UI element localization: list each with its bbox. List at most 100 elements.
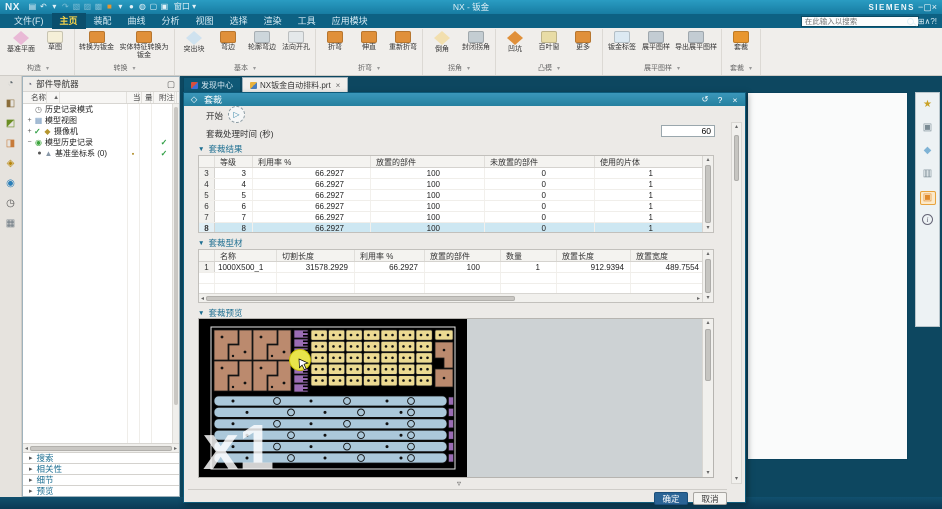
close-tab-icon[interactable]: × — [336, 81, 341, 90]
column-header[interactable]: 利用率 % — [355, 250, 425, 261]
scroll-down-icon[interactable]: ▾ — [703, 294, 713, 302]
ribbon-group-label[interactable]: 基本▾ — [177, 62, 313, 75]
ribbon-button[interactable]: 套裁 — [724, 29, 758, 52]
ribbon-button[interactable]: 折弯 — [318, 29, 352, 52]
ribbon-group-label[interactable]: 拐角▾ — [425, 62, 493, 75]
redo-icon[interactable]: ↷ — [61, 1, 70, 13]
menu-tab[interactable]: 主页 — [52, 13, 86, 29]
menu-tab[interactable]: 分析 — [154, 13, 188, 29]
scroll-up-icon[interactable]: ▴ — [703, 319, 713, 327]
settings-gear-icon[interactable]: ◔ — [7, 79, 13, 89]
column-header[interactable]: 使用的片体 — [595, 156, 704, 167]
column-c1[interactable]: 当 — [127, 92, 139, 103]
column-header[interactable]: 利用率 % — [253, 156, 371, 167]
column-header[interactable]: 等级 — [215, 156, 253, 167]
cut-icon[interactable]: ▧ — [72, 1, 81, 13]
column-header[interactable] — [199, 156, 215, 167]
ribbon-button[interactable]: 伸直 — [352, 29, 386, 52]
ribbon-group-label[interactable]: 展平图样▾ — [605, 62, 719, 75]
tree-item[interactable]: −◉模型历史记录✓ — [23, 137, 179, 148]
navigator-footer-section[interactable]: ▸相关性 — [23, 463, 179, 474]
assembly-navigator-icon[interactable]: ◧ — [6, 99, 15, 109]
group-dropdown-icon[interactable]: ▾ — [467, 65, 470, 72]
ribbon-button[interactable]: 实体特征转换为钣金 — [116, 29, 172, 59]
tree-item[interactable]: ◷历史记录模式 — [23, 104, 179, 115]
process-studio-icon[interactable]: ▦ — [6, 219, 15, 229]
scroll-down-icon[interactable]: ▾ — [703, 469, 713, 477]
menu-tab[interactable]: 工具 — [290, 13, 324, 29]
column-header[interactable]: 切割长度 — [277, 250, 355, 261]
color-palette-icon[interactable]: ■ — [105, 1, 114, 13]
profiles-section-header[interactable]: ▼套裁型材 — [198, 237, 242, 249]
ribbon-button[interactable]: 导出展平图样 — [673, 29, 719, 52]
window-cascade-icon[interactable]: ▢ — [149, 1, 158, 13]
restore-button[interactable]: ▢ — [923, 2, 932, 12]
table-vertical-scrollbar[interactable]: ▴▾ — [702, 156, 713, 232]
dialog-vertical-scrollbar[interactable]: ▴ ▾ — [731, 122, 742, 484]
paste-icon[interactable]: ▩ — [94, 1, 103, 13]
reset-icon[interactable]: ↺ — [700, 94, 710, 105]
menu-tab[interactable]: 装配 — [86, 13, 120, 29]
graphics-area[interactable] — [747, 92, 908, 460]
tree-item[interactable]: ●▲基准坐标系 (0)▪✓ — [23, 148, 179, 159]
expander-icon[interactable]: + — [25, 117, 34, 124]
menu-tab[interactable]: 应用模块 — [324, 13, 376, 29]
table-row[interactable]: 8866.292710001 — [199, 223, 713, 233]
dialog-title-bar[interactable]: ◇ 套裁 ↺ ? × — [184, 93, 745, 106]
table-row[interactable]: 11000X500_131578.292966.29271001912.9394… — [199, 262, 713, 273]
menu-tab[interactable]: 曲线 — [120, 13, 154, 29]
part-navigator-icon[interactable]: ◨ — [6, 139, 15, 149]
window-layout-icon[interactable]: ▣ — [920, 122, 936, 136]
alert-icon[interactable]: ! — [935, 17, 937, 26]
navigator-footer-section[interactable]: ▸细节 — [23, 474, 179, 485]
expander-icon[interactable]: − — [25, 139, 34, 146]
constraint-navigator-icon[interactable]: ◩ — [6, 119, 15, 129]
ribbon-button[interactable]: 更多 — [566, 29, 600, 52]
info-icon[interactable]: i — [922, 214, 933, 225]
visibility-check-icon[interactable]: ✓ — [34, 127, 43, 136]
ribbon-button[interactable]: 凹坑 — [498, 29, 532, 54]
tree-item[interactable]: +▦模型视图 — [23, 115, 179, 126]
group-dropdown-icon[interactable]: ▾ — [749, 65, 752, 72]
ribbon-button[interactable]: 弯边 — [211, 29, 245, 52]
scroll-down-icon[interactable]: ▾ — [732, 475, 741, 483]
ribbon-button[interactable]: 钣金标签 — [605, 29, 639, 52]
document-tab[interactable]: 发现中心 — [183, 77, 241, 92]
group-dropdown-icon[interactable]: ▾ — [46, 65, 49, 72]
web-browser-icon[interactable]: ◉ — [6, 179, 15, 189]
undo-dropdown-icon[interactable]: ▾ — [50, 1, 59, 13]
preview-vertical-scrollbar[interactable]: ▴ ▾ — [702, 319, 713, 477]
column-header[interactable]: 放置的部件 — [371, 156, 485, 167]
datum-display-icon[interactable]: ◆ — [920, 145, 936, 159]
start-button[interactable]: ▷ — [228, 106, 245, 123]
cancel-button[interactable]: 取消 — [693, 492, 727, 505]
save-icon[interactable]: ▤ — [28, 1, 37, 13]
navigator-footer-section[interactable]: ▸预览 — [23, 485, 179, 496]
column-name[interactable]: 名称 ▲ — [23, 92, 127, 103]
expander-icon[interactable]: ● — [35, 150, 44, 157]
scroll-up-icon[interactable]: ▴ — [703, 250, 713, 258]
history-palette-icon[interactable]: ◷ — [6, 199, 15, 209]
menu-tab[interactable]: 渲染 — [256, 13, 290, 29]
group-dropdown-icon[interactable]: ▾ — [377, 65, 380, 72]
group-dropdown-icon[interactable]: ▾ — [557, 65, 560, 72]
table-row[interactable]: 7766.292710001 — [199, 212, 713, 223]
table-row[interactable]: 5566.292710001 — [199, 190, 713, 201]
float-panel-icon[interactable]: ▢ — [167, 79, 175, 90]
ribbon-button[interactable]: 突出块 — [177, 29, 211, 54]
ribbon-button[interactable]: 草图 — [38, 29, 72, 52]
close-button[interactable]: × — [932, 2, 937, 12]
scroll-up-icon[interactable]: ▴ — [703, 156, 713, 164]
table-horizontal-scrollbar[interactable]: ◂▸ — [199, 293, 702, 302]
group-dropdown-icon[interactable]: ▾ — [677, 65, 680, 72]
scroll-right-icon[interactable]: ▸ — [174, 445, 177, 452]
tree-item[interactable]: +✓◆摄像机 — [23, 126, 179, 137]
tree-vertical-scrollbar[interactable] — [172, 104, 179, 443]
ribbon-group-label[interactable]: 转换▾ — [77, 62, 172, 75]
column-comment[interactable]: 附注 — [151, 92, 177, 103]
roles-star-icon[interactable]: ★ — [920, 99, 936, 113]
ribbon-group-label[interactable]: 构造▾ — [4, 62, 72, 75]
nesting-tool-icon[interactable]: ▣ — [920, 191, 936, 205]
table-vertical-scrollbar[interactable]: ▴▾ — [702, 250, 713, 302]
processing-time-input[interactable] — [661, 125, 715, 137]
